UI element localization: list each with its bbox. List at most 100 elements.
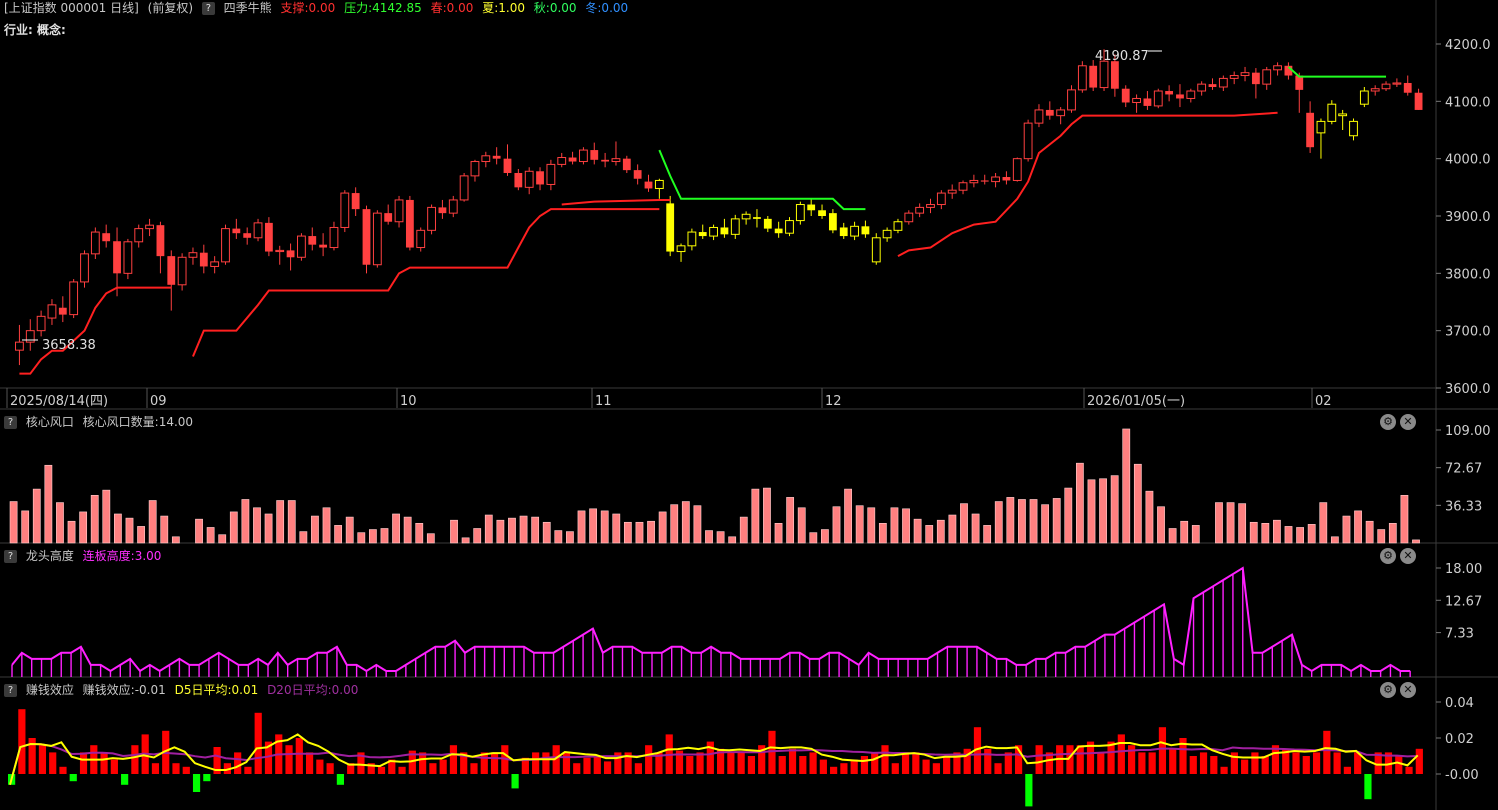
earning-bar <box>1158 727 1167 774</box>
fengkou-bar <box>1273 519 1281 544</box>
candle-body <box>394 199 404 223</box>
gear-icon[interactable]: ⚙ <box>1380 414 1396 430</box>
fengkou-bar <box>1168 528 1177 544</box>
fengkou-bar <box>253 507 261 544</box>
candle-body <box>69 281 79 316</box>
panel1-header: ? 核心风口 核心风口数量:14.00 <box>4 414 198 430</box>
fengkou-bar <box>1249 521 1258 544</box>
fengkou-bar <box>960 503 968 544</box>
candle-body <box>568 157 577 162</box>
candle-body <box>1067 89 1076 111</box>
low-price-label: 3658.38 <box>42 338 96 353</box>
candle-body <box>980 180 989 182</box>
candle-body <box>1306 112 1315 148</box>
earning-bar <box>984 748 992 774</box>
close-icon[interactable]: ✕ <box>1400 682 1416 698</box>
date-axis-label: 11 <box>595 394 612 409</box>
earning-bar <box>943 756 951 774</box>
fengkou-bar <box>844 488 852 544</box>
fengkou-bar <box>867 507 876 544</box>
panel1-controls: ⚙ ✕ <box>1380 414 1420 432</box>
price-axis-label: 4100.0 <box>1445 95 1491 110</box>
fengkou-bar <box>1330 536 1339 544</box>
earning-bar <box>285 745 293 774</box>
fengkou-bar <box>693 505 702 544</box>
gear-icon[interactable]: ⚙ <box>1380 548 1396 564</box>
fengkou-bar <box>357 532 366 544</box>
candle-body <box>644 181 653 189</box>
earning-bar <box>511 774 519 789</box>
candle-body <box>492 155 501 159</box>
fengkou-bar <box>171 536 180 544</box>
candle-body <box>698 232 707 237</box>
panel1-title: 核心风口 <box>25 415 74 429</box>
fengkou-bar <box>1284 526 1293 544</box>
close-icon[interactable]: ✕ <box>1400 414 1416 430</box>
candle-body <box>1316 120 1326 134</box>
close-icon[interactable]: ✕ <box>1400 548 1416 564</box>
fengkou-bar <box>1319 502 1328 544</box>
fengkou-bar <box>936 519 945 544</box>
fengkou-bar <box>1307 524 1316 544</box>
fengkou-bar <box>79 511 88 544</box>
candle-body <box>1121 88 1130 103</box>
candle-body <box>590 150 599 160</box>
candle-body <box>340 192 350 228</box>
fengkou-bar <box>1099 478 1107 544</box>
earning-bar <box>18 709 26 774</box>
fengkou-bar <box>195 518 203 544</box>
fengkou-bar <box>287 500 296 544</box>
fengkou-bar <box>44 464 53 544</box>
candle-body <box>1197 83 1207 92</box>
gear-icon[interactable]: ⚙ <box>1380 682 1396 698</box>
fengkou-bar <box>647 520 655 544</box>
candle-body <box>1176 94 1184 99</box>
panel3-axis-label: -0.00 <box>1445 768 1479 783</box>
earning-bar <box>1210 756 1218 774</box>
earning-bar <box>593 756 601 774</box>
fengkou-bar <box>311 515 319 544</box>
fengkou-bar <box>345 516 354 544</box>
candle-body <box>1349 120 1358 137</box>
earning-bar <box>819 759 827 774</box>
panel2-help-icon[interactable]: ? <box>4 550 17 563</box>
earning-bar <box>1395 756 1403 774</box>
panel3-help-icon[interactable]: ? <box>4 684 17 697</box>
fengkou-bar <box>1400 495 1409 544</box>
earning-bar <box>1107 741 1115 774</box>
panel1-help-icon[interactable]: ? <box>4 416 17 429</box>
candle-body <box>156 225 165 257</box>
fengkou-bar <box>705 530 713 544</box>
fengkou-bar <box>797 507 806 544</box>
fengkou-bar <box>426 533 435 544</box>
fengkou-bar <box>1157 506 1165 544</box>
candle-body <box>1327 103 1337 122</box>
candle-body <box>1045 109 1054 116</box>
earning-bar <box>573 763 581 774</box>
fengkou-bar <box>890 507 899 544</box>
earning-bar <box>542 752 550 774</box>
candle-body <box>730 218 740 235</box>
candle-body <box>1023 122 1033 160</box>
fengkou-bar <box>160 515 169 544</box>
candle-body <box>687 231 697 247</box>
price-axis-label: 3900.0 <box>1445 210 1491 225</box>
fengkou-bar <box>1261 523 1270 544</box>
earning-bar <box>244 766 252 774</box>
candle-body <box>882 229 892 239</box>
panel3-controls: ⚙ ✕ <box>1380 682 1420 700</box>
fengkou-bar <box>32 488 41 544</box>
support-line <box>561 198 671 206</box>
candle-body <box>1338 113 1348 117</box>
pressure-line <box>658 149 866 211</box>
candle-body <box>839 227 848 237</box>
earning-bar <box>1076 745 1084 774</box>
fengkou-bar <box>670 504 679 544</box>
fengkou-bar <box>589 508 597 544</box>
candle-body <box>633 170 642 179</box>
fengkou-bar <box>1029 499 1038 544</box>
earning-bar <box>1241 759 1249 774</box>
candle-body <box>210 261 220 267</box>
candle-body <box>1218 77 1228 88</box>
earning-bar <box>295 738 303 774</box>
